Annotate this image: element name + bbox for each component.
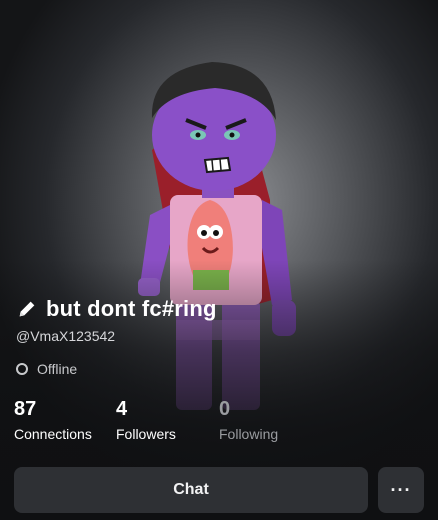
more-options-button[interactable]: ··· <box>378 467 424 513</box>
connections-count: 87 <box>14 398 37 420</box>
offline-ring-icon <box>16 363 28 375</box>
following-label: Following <box>219 426 279 442</box>
stat-following[interactable]: 0 Following <box>219 398 278 442</box>
username: @VmaX123542 <box>16 328 116 344</box>
followers-count: 4 <box>116 398 128 420</box>
stat-connections[interactable]: 87 Connections <box>14 398 92 442</box>
display-name: but dont fc#ring <box>46 296 217 321</box>
pencil-icon[interactable] <box>16 298 38 320</box>
following-count: 0 <box>219 398 231 420</box>
status-text: Offline <box>37 361 78 377</box>
display-name-row[interactable]: but dont fc#ring <box>16 296 217 322</box>
presence-status: Offline <box>16 361 77 377</box>
chat-button[interactable]: Chat <box>14 467 368 513</box>
connections-label: Connections <box>14 426 92 442</box>
followers-label: Followers <box>116 426 176 442</box>
stat-followers[interactable]: 4 Followers <box>116 398 176 442</box>
